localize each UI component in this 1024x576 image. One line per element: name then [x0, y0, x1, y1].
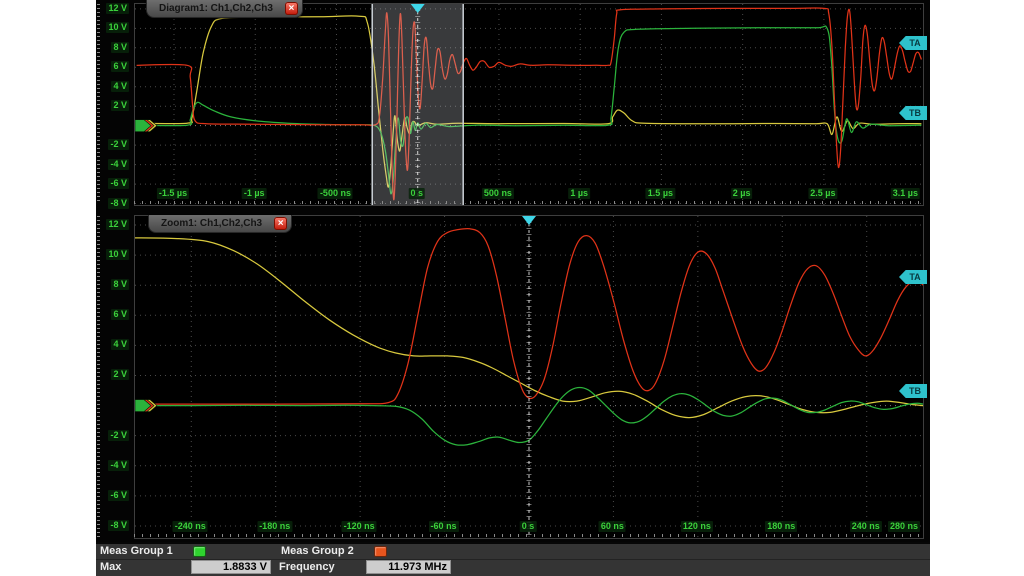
y-axis-label: -4 V	[108, 460, 129, 471]
zoom1-waveforms[interactable]	[135, 216, 923, 538]
x-axis-label: -180 ns	[257, 521, 292, 532]
diagram1-y-axis: 12 V10 V8 V6 V4 V2 V-2 V-4 V-6 V-8 V	[96, 4, 132, 205]
diagram1-tab[interactable]: Diagram1: Ch1,Ch2,Ch3 ×	[146, 0, 303, 18]
trace-ch3	[137, 8, 922, 200]
oscilloscope-screen: 12 V 10 V 8 V 6 V 4 V 2 V -2 V -4 V -6 V -8 V 12 …	[96, 0, 930, 576]
x-axis-label: -60 ns	[429, 521, 459, 532]
x-axis-label: 0 s	[408, 188, 425, 199]
trace-ch2	[137, 26, 922, 194]
diagram1-waveforms[interactable]	[135, 4, 923, 205]
diagram1-plot-area[interactable]	[134, 3, 924, 206]
x-axis-label: 2 µs	[731, 188, 753, 199]
close-icon[interactable]: ×	[285, 2, 298, 15]
y-axis-label: 2 V	[111, 369, 129, 380]
meas-group1-source-icon[interactable]	[193, 546, 206, 557]
x-axis-label: -120 ns	[342, 521, 377, 532]
zoom1-tab[interactable]: Zoom1: Ch1,Ch2,Ch3 ×	[148, 215, 292, 233]
zoom1-plot-area[interactable]	[134, 215, 924, 539]
x-axis-label: 1.5 µs	[646, 188, 675, 199]
y-axis-label: 10 V	[106, 249, 129, 260]
x-axis-label: 3.1 µs	[891, 188, 920, 199]
zoom1-x-axis: -240 ns -180 ns -120 ns -60 ns 0 s 60 ns 120 n…	[134, 521, 922, 535]
y-axis-label: 8 V	[111, 279, 129, 290]
x-axis-label: 1 µs	[568, 188, 590, 199]
x-axis-label: 240 ns	[850, 521, 882, 532]
y-axis-label: 6 V	[111, 61, 129, 72]
diagram1-x-axis: -1.5 µs -1 µs -500 ns 0 s 500 ns 1 µs 1.5 µs 2 …	[134, 188, 922, 202]
x-axis-label: 0 s	[520, 521, 537, 532]
y-axis-label: 2 V	[111, 100, 129, 111]
y-axis-label: -8 V	[108, 198, 129, 209]
y-axis-label: 12 V	[106, 3, 129, 14]
y-axis-label: -2 V	[108, 430, 129, 441]
x-axis-label: 60 ns	[599, 521, 626, 532]
measurement-bar: Meas Group 1 Meas Group 2 Max 1.8833 V F…	[96, 542, 930, 576]
trigger-position-icon[interactable]	[522, 216, 536, 225]
zoom1-y-axis: 12 V 10 V 8 V 6 V 4 V 2 V -2 V -4 V -6 V -8 V	[96, 216, 132, 538]
meas2-value: 11.973 MHz	[366, 560, 451, 574]
x-axis-label: 180 ns	[765, 521, 797, 532]
x-axis-label: -1.5 µs	[157, 188, 189, 199]
x-axis-label: -1 µs	[242, 188, 267, 199]
zoom1-title: Zoom1: Ch1,Ch2,Ch3	[161, 218, 262, 229]
x-axis-label: 500 ns	[482, 188, 514, 199]
y-axis-label: 6 V	[111, 309, 129, 320]
y-axis-label: -4 V	[108, 159, 129, 170]
y-axis-label: 4 V	[111, 339, 129, 350]
meas1-value: 1.8833 V	[191, 560, 271, 574]
y-axis-label: -6 V	[108, 490, 129, 501]
y-axis-label: 4 V	[111, 81, 129, 92]
y-axis-label: -6 V	[108, 178, 129, 189]
x-axis-label: -240 ns	[173, 521, 208, 532]
y-axis-label: -2 V	[108, 139, 129, 150]
meas-group2-source-icon[interactable]	[374, 546, 387, 557]
meas1-name: Max	[100, 560, 121, 575]
y-axis-label: -8 V	[108, 520, 129, 531]
x-axis-label: 120 ns	[681, 521, 713, 532]
trace-ch1	[137, 16, 922, 187]
close-icon[interactable]: ×	[274, 217, 287, 230]
meas-group1-label: Meas Group 1	[100, 544, 173, 559]
y-axis-label: 12 V	[106, 219, 129, 230]
meas2-name: Frequency	[279, 560, 335, 575]
y-axis-label: 10 V	[106, 22, 129, 33]
diagram1-title: Diagram1: Ch1,Ch2,Ch3	[159, 3, 273, 14]
x-axis-label: -500 ns	[318, 188, 353, 199]
x-axis-label: 280 ns	[888, 521, 920, 532]
x-axis-label: 2.5 µs	[808, 188, 837, 199]
meas-group2-label: Meas Group 2	[281, 544, 354, 559]
y-axis-label: 8 V	[111, 42, 129, 53]
